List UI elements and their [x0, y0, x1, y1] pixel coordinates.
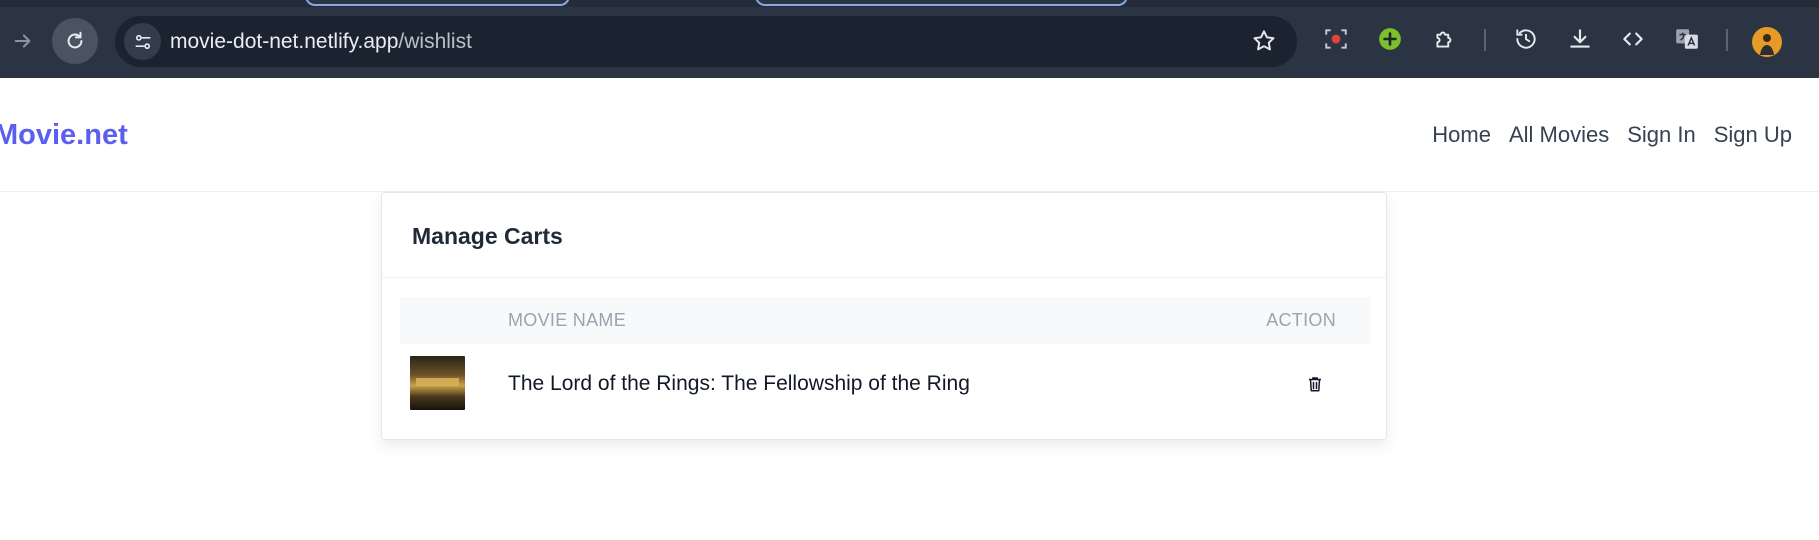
- download-icon: [1570, 29, 1590, 48]
- reload-button[interactable]: [52, 18, 98, 64]
- url-path: /wishlist: [398, 30, 472, 53]
- add-extension-icon: [1379, 28, 1401, 50]
- divider: [382, 277, 1386, 278]
- forward-icon: [14, 34, 31, 48]
- site-header: Movie.net Home All Movies Sign In Sign U…: [0, 78, 1819, 192]
- add-extension-button[interactable]: [1375, 24, 1405, 54]
- screen-record-button[interactable]: [1321, 24, 1351, 54]
- history-icon: [1516, 29, 1536, 49]
- nav-sign-up[interactable]: Sign Up: [1714, 122, 1792, 148]
- nav-sign-in[interactable]: Sign In: [1627, 122, 1696, 148]
- trash-icon: [1309, 377, 1321, 392]
- poster-title-strip: [416, 378, 459, 386]
- toolbar-separator: [1726, 29, 1728, 51]
- cart-card: Manage Carts MOVIE NAME ACTION The Lord …: [381, 192, 1387, 440]
- screen-record-icon: [1325, 29, 1347, 49]
- nav-all-movies[interactable]: All Movies: [1509, 122, 1609, 148]
- toolbar-separator: [1484, 29, 1486, 51]
- main-nav: Home All Movies Sign In Sign Up: [1432, 122, 1792, 148]
- extensions-icon: [1436, 31, 1452, 48]
- movie-poster: [410, 356, 465, 410]
- devtools-button[interactable]: [1618, 24, 1648, 54]
- delete-button[interactable]: [1304, 373, 1326, 395]
- translate-button[interactable]: [1672, 24, 1702, 54]
- url-text[interactable]: movie-dot-net.netlify.app/wishlist: [170, 30, 472, 54]
- bookmark-button[interactable]: [1251, 28, 1277, 59]
- reload-icon: [67, 31, 83, 49]
- download-button[interactable]: [1565, 24, 1595, 54]
- page-title: Manage Carts: [412, 223, 563, 249]
- profile-icon: [1760, 34, 1774, 55]
- translate-icon: [1676, 29, 1698, 49]
- url-host: movie-dot-net.netlify.app: [170, 30, 399, 53]
- history-button[interactable]: [1511, 24, 1541, 54]
- nav-home[interactable]: Home: [1432, 122, 1491, 148]
- movie-name: The Lord of the Rings: The Fellowship of…: [508, 372, 970, 395]
- site-info-icon: [135, 34, 150, 49]
- column-header-action: ACTION: [1266, 310, 1336, 330]
- tab-strip: [0, 0, 1819, 7]
- devtools-icon: [1623, 32, 1643, 46]
- forward-button[interactable]: [0, 18, 46, 64]
- star-icon: [1253, 30, 1275, 51]
- tab[interactable]: [305, 0, 570, 6]
- table-header: MOVIE NAME ACTION: [400, 297, 1370, 344]
- avatar[interactable]: [1752, 27, 1782, 57]
- site-info-button[interactable]: [124, 23, 161, 60]
- table-row: The Lord of the Rings: The Fellowship of…: [400, 353, 1370, 413]
- column-header-movie-name: MOVIE NAME: [508, 310, 627, 330]
- address-bar[interactable]: movie-dot-net.netlify.app/wishlist: [115, 16, 1297, 67]
- site-logo[interactable]: Movie.net: [0, 119, 128, 152]
- extensions-button[interactable]: [1430, 24, 1460, 54]
- tab[interactable]: [755, 0, 1128, 6]
- browser-toolbar: movie-dot-net.netlify.app/wishlist: [0, 0, 1819, 78]
